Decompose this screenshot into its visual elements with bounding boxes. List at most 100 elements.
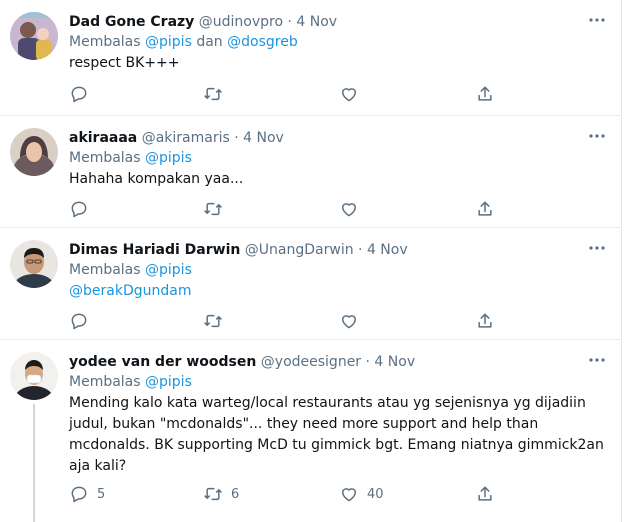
heart-icon	[339, 311, 359, 331]
tweet-content: yodee van der woodsen @yodeesigner · 4 N…	[69, 352, 606, 477]
replying-prefix: Membalas	[69, 374, 141, 390]
tweet-content: akiraaaa @akiramaris · 4 Nov Membalas @p…	[69, 128, 606, 190]
tweet-header: akiraaaa @akiramaris · 4 Nov	[69, 128, 606, 148]
share-icon	[475, 484, 495, 504]
tweet-header: Dad Gone Crazy @udinovpro · 4 Nov	[69, 12, 606, 32]
mention-link[interactable]: @pipis	[145, 150, 192, 166]
reply-feed: Dad Gone Crazy @udinovpro · 4 Nov Membal…	[0, 0, 626, 522]
like-button[interactable]	[339, 84, 367, 104]
reply-icon	[69, 84, 89, 104]
user-handle[interactable]: @UnangDarwin	[245, 242, 354, 258]
like-button[interactable]	[339, 199, 367, 219]
reply-button[interactable]	[69, 84, 97, 104]
reply-icon	[69, 484, 89, 504]
tweet-actions: 5 6 40	[69, 484, 509, 506]
tweet-content: Dad Gone Crazy @udinovpro · 4 Nov Membal…	[69, 12, 606, 74]
display-name[interactable]: Dimas Hariadi Darwin	[69, 242, 240, 258]
tweet-date[interactable]: 4 Nov	[243, 130, 284, 146]
retweet-button[interactable]	[203, 199, 231, 219]
separator: ·	[358, 242, 363, 258]
more-icon[interactable]	[588, 239, 606, 257]
tweet-header: yodee van der woodsen @yodeesigner · 4 N…	[69, 352, 606, 372]
share-icon	[475, 84, 495, 104]
replying-prefix: Membalas	[69, 34, 141, 50]
share-button[interactable]	[475, 84, 495, 104]
retweet-icon	[203, 199, 223, 219]
retweet-icon	[203, 311, 223, 331]
tweet-text-line: Mending kalo kata warteg/local restauran…	[69, 395, 586, 411]
retweet-button[interactable]	[203, 84, 231, 104]
reply-count: 5	[97, 486, 106, 502]
tweet-text: Mending kalo kata warteg/local restauran…	[69, 393, 606, 477]
display-name[interactable]: yodee van der woodsen	[69, 354, 256, 370]
heart-icon	[339, 84, 359, 104]
share-button[interactable]	[475, 484, 495, 504]
tweet-card[interactable]: Dad Gone Crazy @udinovpro · 4 Nov Membal…	[0, 0, 620, 116]
replying-to: Membalas @pipis	[69, 260, 606, 281]
separator: ·	[365, 354, 370, 370]
mention-link[interactable]: @berakDgundam	[69, 283, 191, 299]
tweet-text-line: judul, bukan "mcdonalds"... they need mo…	[69, 416, 539, 432]
tweet-date[interactable]: 4 Nov	[296, 14, 337, 30]
separator: ·	[287, 14, 292, 30]
share-button[interactable]	[475, 311, 495, 331]
column-border	[621, 0, 622, 522]
mention-link[interactable]: @dosgreb	[227, 34, 298, 50]
avatar[interactable]	[10, 240, 58, 288]
user-handle[interactable]: @akiramaris	[142, 130, 230, 146]
tweet-card[interactable]: akiraaaa @akiramaris · 4 Nov Membalas @p…	[0, 116, 620, 228]
tweet-text: respect BK+++	[69, 55, 180, 71]
reply-button[interactable]: 5	[69, 484, 105, 504]
tweet-actions	[69, 84, 509, 106]
retweet-button[interactable]	[203, 311, 231, 331]
thread-line	[33, 404, 35, 522]
mention-link[interactable]: @pipis	[145, 34, 192, 50]
separator: ·	[234, 130, 239, 146]
tweet-content: Dimas Hariadi Darwin @UnangDarwin · 4 No…	[69, 240, 606, 302]
tweet-card[interactable]: Dimas Hariadi Darwin @UnangDarwin · 4 No…	[0, 228, 620, 340]
retweet-button[interactable]: 6	[203, 484, 239, 504]
tweet-actions	[69, 311, 509, 333]
replying-to: Membalas @pipis	[69, 148, 606, 169]
heart-icon	[339, 199, 359, 219]
reply-icon	[69, 199, 89, 219]
avatar[interactable]	[10, 12, 58, 60]
more-icon[interactable]	[588, 127, 606, 145]
tweet-text-line: mcdonalds. BK supporting McD tu gimmick …	[69, 437, 604, 453]
replying-prefix: Membalas	[69, 262, 141, 278]
user-handle[interactable]: @udinovpro	[199, 14, 283, 30]
replying-to: Membalas @pipis dan @dosgreb	[69, 32, 606, 53]
reply-button[interactable]	[69, 199, 97, 219]
like-count: 40	[367, 486, 384, 502]
display-name[interactable]: akiraaaa	[69, 130, 137, 146]
display-name[interactable]: Dad Gone Crazy	[69, 14, 194, 30]
like-button[interactable]	[339, 311, 367, 331]
heart-icon	[339, 484, 359, 504]
user-handle[interactable]: @yodeesigner	[261, 354, 361, 370]
more-icon[interactable]	[588, 11, 606, 29]
tweet-text: @berakDgundam	[69, 281, 606, 302]
share-button[interactable]	[475, 199, 495, 219]
share-icon	[475, 199, 495, 219]
replying-to: Membalas @pipis	[69, 372, 606, 393]
share-icon	[475, 311, 495, 331]
like-button[interactable]: 40	[339, 484, 384, 504]
reply-button[interactable]	[69, 311, 97, 331]
mention-joiner: dan	[196, 34, 223, 50]
avatar[interactable]	[10, 128, 58, 176]
more-icon[interactable]	[588, 351, 606, 369]
tweet-card[interactable]: yodee van der woodsen @yodeesigner · 4 N…	[0, 340, 620, 522]
retweet-icon	[203, 484, 223, 504]
avatar[interactable]	[10, 352, 58, 400]
reply-icon	[69, 311, 89, 331]
tweet-actions	[69, 199, 509, 221]
replying-prefix: Membalas	[69, 150, 141, 166]
mention-link[interactable]: @pipis	[145, 374, 192, 390]
tweet-header: Dimas Hariadi Darwin @UnangDarwin · 4 No…	[69, 240, 606, 260]
tweet-date[interactable]: 4 Nov	[374, 354, 415, 370]
tweet-text: Hahaha kompakan yaa...	[69, 171, 244, 187]
tweet-date[interactable]: 4 Nov	[367, 242, 408, 258]
retweet-count: 6	[231, 486, 240, 502]
mention-link[interactable]: @pipis	[145, 262, 192, 278]
tweet-text-line: aja kali?	[69, 458, 127, 474]
